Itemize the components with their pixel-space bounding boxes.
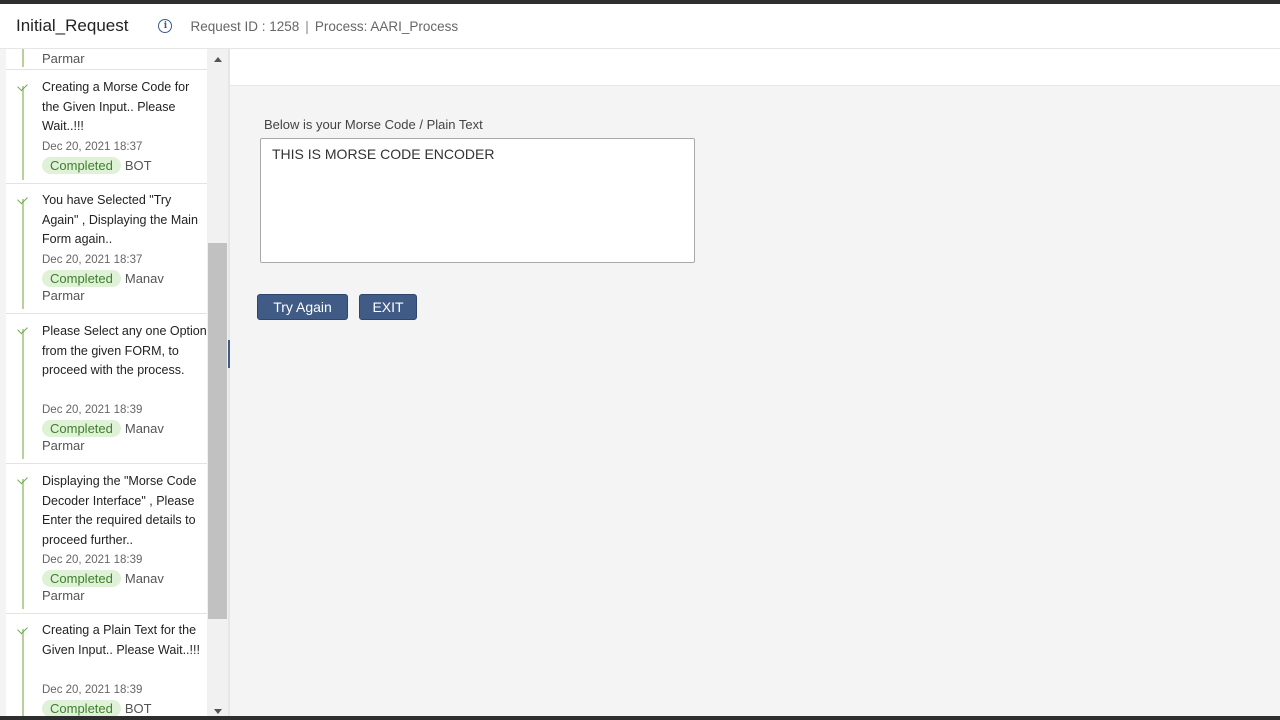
timeline-item: Please Select any one Option from the gi… xyxy=(6,313,207,464)
timeline-message: Creating a Morse Code for the Given Inpu… xyxy=(42,80,190,133)
app-frame: Initial_Request i Request ID : 1258 | Proc… xyxy=(0,4,1280,716)
timeline-status: Completed BOT xyxy=(42,157,207,174)
page-title: Initial_Request xyxy=(16,16,129,35)
status-badge: Completed xyxy=(42,270,121,287)
timeline-actor: BOT xyxy=(124,158,152,173)
timeline-item: Displaying the "Morse Code Decoder Inter… xyxy=(6,463,207,614)
form-toolbar xyxy=(230,49,1280,86)
timeline-actor: Parmar xyxy=(42,51,85,66)
status-badge: Completed xyxy=(42,570,121,587)
timeline-item: You have Selected "Try Again" , Displayi… xyxy=(6,183,207,314)
check-icon xyxy=(17,80,28,92)
timeline-item: Creating a Plain Text for the Given Inpu… xyxy=(6,613,207,716)
scrollbar-thumb[interactable] xyxy=(208,243,227,619)
try-again-button[interactable]: Try Again xyxy=(257,294,348,320)
activity-timeline: Parmar Creating a Morse Code for the Giv… xyxy=(6,49,207,716)
timeline-status: Completed Manav Parmar xyxy=(42,570,207,604)
timeline-date: Dec 20, 2021 18:37 xyxy=(42,254,143,266)
timeline-actor: BOT xyxy=(124,701,152,716)
output-field-label: Below is your Morse Code / Plain Text xyxy=(264,117,483,132)
output-textarea[interactable]: THIS IS MORSE CODE ENCODER xyxy=(260,138,695,263)
scroll-up-arrow-icon[interactable] xyxy=(214,57,222,62)
page-header: Initial_Request i Request ID : 1258 | Proc… xyxy=(0,4,1280,49)
timeline-status: Completed Manav Parmar xyxy=(42,420,207,454)
timeline-date: Dec 20, 2021 18:39 xyxy=(42,554,143,566)
timeline-item-partial: Parmar xyxy=(6,49,207,70)
check-icon xyxy=(17,623,28,635)
request-info: Request ID : 1258 | Process: AARI_Process xyxy=(190,19,458,34)
process-name: Process: AARI_Process xyxy=(314,18,459,34)
timeline-status: Completed Manav Parmar xyxy=(42,270,207,304)
sidebar-scrollbar[interactable] xyxy=(207,49,228,716)
exit-button[interactable]: EXIT xyxy=(359,294,417,320)
window-bottom-edge xyxy=(0,716,1280,720)
timeline-item: Creating a Morse Code for the Given Inpu… xyxy=(6,70,207,184)
request-separator: | xyxy=(305,18,309,34)
timeline-message: Please Select any one Option from the gi… xyxy=(42,324,207,377)
timeline-message: Creating a Plain Text for the Given Inpu… xyxy=(42,623,200,657)
timeline-date: Dec 20, 2021 18:37 xyxy=(42,141,143,153)
timeline-status: Completed BOT xyxy=(42,700,207,716)
status-badge: Completed xyxy=(42,420,121,437)
timeline-date: Dec 20, 2021 18:39 xyxy=(42,404,143,416)
check-icon xyxy=(17,473,28,485)
status-badge: Completed xyxy=(42,700,121,716)
scroll-down-arrow-icon[interactable] xyxy=(214,709,222,714)
form-panel: Below is your Morse Code / Plain Text TH… xyxy=(230,49,1280,716)
check-icon xyxy=(17,323,28,335)
timeline-message: Displaying the "Morse Code Decoder Inter… xyxy=(42,474,197,547)
check-icon xyxy=(17,193,28,205)
timeline-message: You have Selected "Try Again" , Displayi… xyxy=(42,193,198,246)
request-id: Request ID : 1258 xyxy=(190,18,300,34)
status-badge: Completed xyxy=(42,157,121,174)
timeline-date: Dec 20, 2021 18:39 xyxy=(42,684,143,696)
info-icon[interactable]: i xyxy=(158,19,173,33)
